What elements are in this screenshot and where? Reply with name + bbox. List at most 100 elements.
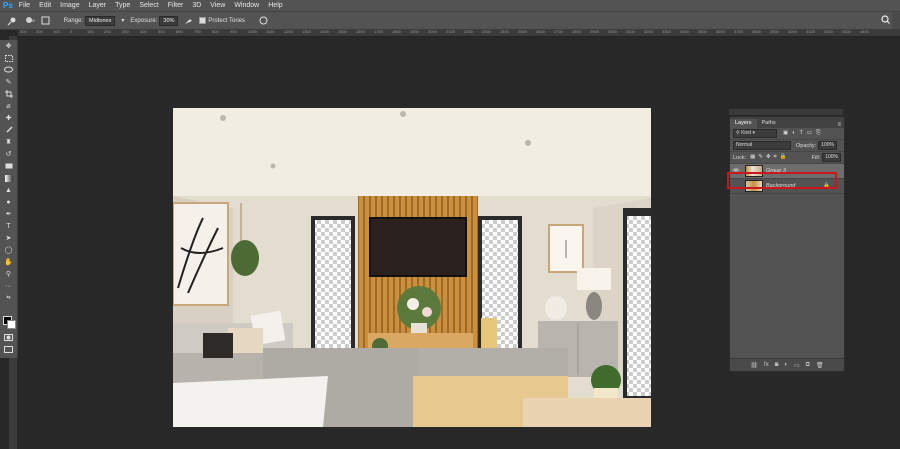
menu-layer[interactable]: Layer [89, 2, 107, 9]
pressure-icon[interactable] [259, 16, 268, 25]
link-layers-icon[interactable]: ⛓ [750, 362, 758, 369]
ruler-tick: 0 [70, 29, 73, 34]
lock-row: Lock: ▦✎✥⌗🔒 Fill: 100% [730, 152, 844, 164]
adjustment-layer-icon[interactable]: ◐ [784, 362, 788, 368]
gradient-tool-icon[interactable] [0, 172, 17, 184]
tab-paths[interactable]: Paths [757, 119, 781, 128]
filter-icons[interactable]: ▣◐T▭⎘ [783, 130, 824, 137]
background-color-swatch[interactable] [7, 320, 16, 329]
brush-tool-icon[interactable] [0, 124, 17, 136]
zoom-tool-icon[interactable]: ⚲ [0, 268, 17, 280]
ruler-tick: 300 [122, 29, 129, 34]
ruler-tick: 1700 [374, 29, 383, 34]
ruler-tick: 4100 [806, 29, 815, 34]
ruler-tick: 3000 [608, 29, 617, 34]
document-canvas[interactable] [173, 108, 651, 427]
brush-size-value: 500 [28, 18, 35, 23]
move-tool-icon[interactable]: ✥ [0, 40, 17, 52]
range-select[interactable]: Midtones [85, 15, 116, 26]
shape-tool-icon[interactable]: ◯ [0, 244, 17, 256]
ruler-tick: 2700 [554, 29, 563, 34]
tools-panel: ✥ ✎ ⌀ ✚ ♜ ↺ ▲ ● ✒ T ➤ ◯ ✋ ⚲ ··· ⇆ [0, 40, 18, 358]
screen-mode-icon[interactable] [0, 343, 17, 355]
ruler-tick: 400 [140, 29, 147, 34]
pen-tool-icon[interactable]: ✒ [0, 208, 17, 220]
marquee-tool-icon[interactable] [0, 52, 17, 64]
menu-bar: Ps File Edit Image Layer Type Select Fil… [0, 0, 900, 11]
quick-select-tool-icon[interactable]: ✎ [0, 76, 17, 88]
workspace-switcher[interactable] [892, 12, 900, 29]
ruler-tick: 3700 [734, 29, 743, 34]
ruler-tick: 4000 [788, 29, 797, 34]
ruler-tick: 3300 [662, 29, 671, 34]
clone-stamp-tool-icon[interactable]: ♜ [0, 136, 17, 148]
path-select-tool-icon[interactable]: ➤ [0, 232, 17, 244]
search-icon[interactable] [881, 15, 890, 26]
more-tools-icon[interactable]: ··· [0, 280, 17, 292]
menu-image[interactable]: Image [60, 2, 79, 9]
menu-view[interactable]: View [210, 2, 225, 9]
type-tool-icon[interactable]: T [0, 220, 17, 232]
menu-edit[interactable]: Edit [39, 2, 51, 9]
hand-tool-icon[interactable]: ✋ [0, 256, 17, 268]
filter-row: ⚲ Kind ▾ ▣◐T▭⎘ [730, 128, 844, 140]
add-mask-icon[interactable]: ◙ [775, 362, 779, 368]
menu-3d[interactable]: 3D [192, 2, 201, 9]
opacity-input[interactable]: 100% [818, 141, 837, 150]
ruler-tick: 2100 [446, 29, 455, 34]
ruler-tick: 2200 [464, 29, 473, 34]
panel-tabs: Layers Paths ≡ [730, 117, 844, 128]
crop-tool-icon[interactable] [0, 88, 17, 100]
panel-dock-header [729, 109, 843, 115]
ruler-horizontal: 300 200 100 0 100 200 300 400 500 600 70… [18, 29, 900, 37]
menu-help[interactable]: Help [268, 2, 282, 9]
menu-filter[interactable]: Filter [168, 2, 184, 9]
menu-select[interactable]: Select [139, 2, 158, 9]
fill-label: Fill: [811, 154, 821, 161]
ruler-tick: 800 [212, 29, 219, 34]
eraser-tool-icon[interactable] [0, 160, 17, 172]
lock-label: Lock: [733, 154, 747, 161]
healing-brush-tool-icon[interactable]: ✚ [0, 112, 17, 124]
selection-highlight [727, 172, 837, 189]
ruler-tick: 2500 [518, 29, 527, 34]
exposure-input[interactable]: 30% [159, 15, 179, 26]
blend-mode-select[interactable]: Normal [733, 141, 791, 150]
lasso-tool-icon[interactable] [0, 64, 17, 76]
ruler-tick: 100 [87, 29, 94, 34]
fx-icon[interactable]: fx [764, 362, 769, 368]
blur-tool-icon[interactable]: ▲ [0, 184, 17, 196]
dodge-tool-icon[interactable]: ● [0, 196, 17, 208]
quick-mask-icon[interactable] [0, 331, 17, 343]
ruler-tick: 100 [53, 29, 60, 34]
kind-filter-select[interactable]: ⚲ Kind ▾ [733, 129, 777, 138]
menu-type[interactable]: Type [115, 2, 130, 9]
dodge-tool-icon[interactable] [6, 16, 18, 26]
eyedropper-tool-icon[interactable]: ⌀ [0, 100, 17, 112]
ruler-tick: 1900 [410, 29, 419, 34]
range-dropdown-icon[interactable]: ▾ [121, 17, 124, 24]
menu-window[interactable]: Window [234, 2, 259, 9]
ruler-tick: 600 [176, 29, 183, 34]
panel-menu-icon[interactable]: ≡ [837, 122, 841, 128]
opacity-label: Opacity: [796, 142, 817, 149]
lock-icons[interactable]: ▦✎✥⌗🔒 [750, 154, 789, 161]
menu-file[interactable]: File [19, 2, 30, 9]
swap-colors-icon[interactable]: ⇆ [0, 292, 17, 304]
range-label: Range: [63, 17, 84, 24]
protect-tones-checkbox[interactable]: Protect Tones [199, 17, 245, 24]
airbrush-icon[interactable] [184, 16, 193, 25]
fill-input[interactable]: 100% [822, 153, 841, 162]
ruler-tick: 200 [104, 29, 111, 34]
history-brush-tool-icon[interactable]: ↺ [0, 148, 17, 160]
new-layer-icon[interactable]: ⧉ [806, 362, 810, 369]
trash-icon[interactable]: 🗑 [816, 362, 824, 369]
new-group-icon[interactable]: ▭ [794, 362, 800, 369]
brush-settings-icon[interactable] [41, 16, 50, 25]
ruler-tick: 1600 [356, 29, 365, 34]
ruler-tick: 3200 [644, 29, 653, 34]
ruler-tick: 2900 [590, 29, 599, 34]
ruler-tick: 3900 [770, 29, 779, 34]
tab-layers[interactable]: Layers [730, 119, 757, 128]
ruler-tick: 1300 [302, 29, 311, 34]
